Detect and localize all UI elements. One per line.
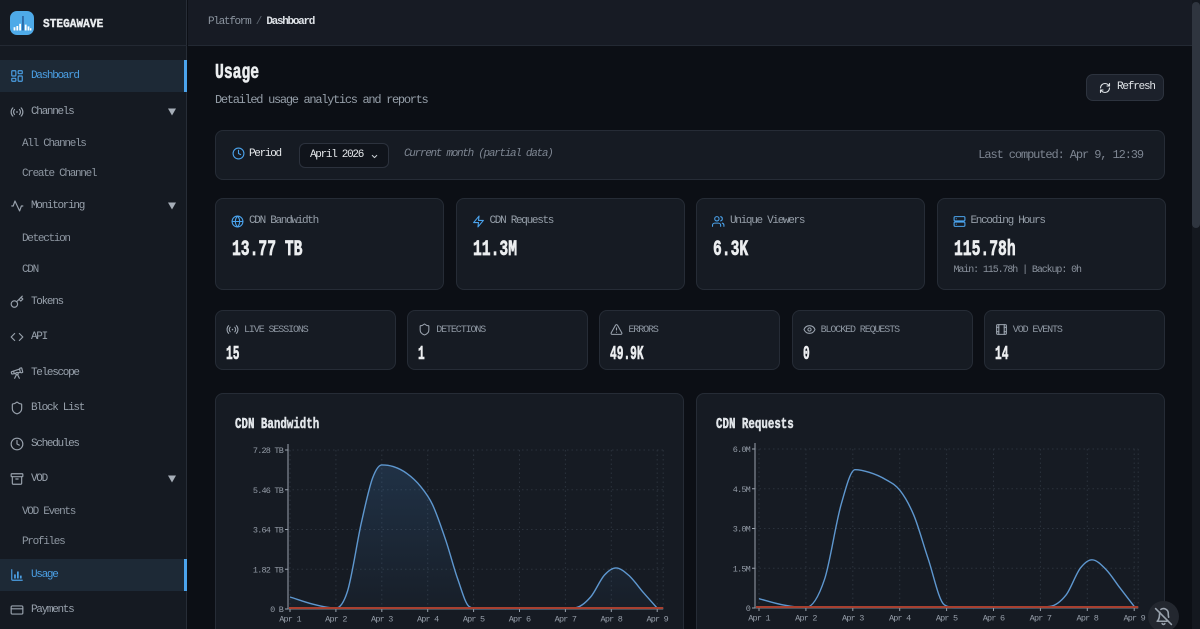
svg-text:Apr 9: Apr 9 (646, 615, 668, 625)
svg-text:3.0M: 3.0M (733, 525, 751, 535)
svg-text:Apr 2: Apr 2 (325, 615, 347, 625)
svg-text:Apr 6: Apr 6 (983, 614, 1005, 624)
svg-text:Apr 3: Apr 3 (842, 614, 864, 624)
svg-text:Apr 7: Apr 7 (555, 615, 577, 625)
svg-text:Apr 6: Apr 6 (509, 615, 531, 625)
svg-text:Apr 8: Apr 8 (601, 615, 623, 625)
svg-text:Apr 1: Apr 1 (279, 615, 301, 625)
svg-text:1.82 TB: 1.82 TB (253, 565, 284, 575)
svg-text:6.0M: 6.0M (733, 445, 751, 455)
svg-text:Apr 5: Apr 5 (463, 615, 485, 625)
svg-text:7.28 TB: 7.28 TB (253, 446, 284, 456)
svg-text:Apr 9: Apr 9 (1123, 614, 1145, 624)
svg-text:Apr 3: Apr 3 (371, 615, 393, 625)
svg-text:Apr 4: Apr 4 (889, 614, 911, 624)
svg-text:Apr 2: Apr 2 (795, 614, 817, 624)
svg-text:Apr 1: Apr 1 (748, 614, 770, 624)
svg-text:5.46 TB: 5.46 TB (253, 486, 284, 496)
svg-text:Apr 4: Apr 4 (417, 615, 439, 625)
svg-text:1.5M: 1.5M (733, 564, 751, 574)
svg-text:0 B: 0 B (270, 605, 284, 615)
svg-text:3.64 TB: 3.64 TB (253, 526, 284, 536)
svg-text:Apr 5: Apr 5 (936, 614, 958, 624)
svg-text:Apr 7: Apr 7 (1030, 614, 1052, 624)
svg-text:4.5M: 4.5M (733, 485, 751, 495)
svg-text:Apr 8: Apr 8 (1077, 614, 1099, 624)
svg-text:0: 0 (746, 604, 751, 614)
